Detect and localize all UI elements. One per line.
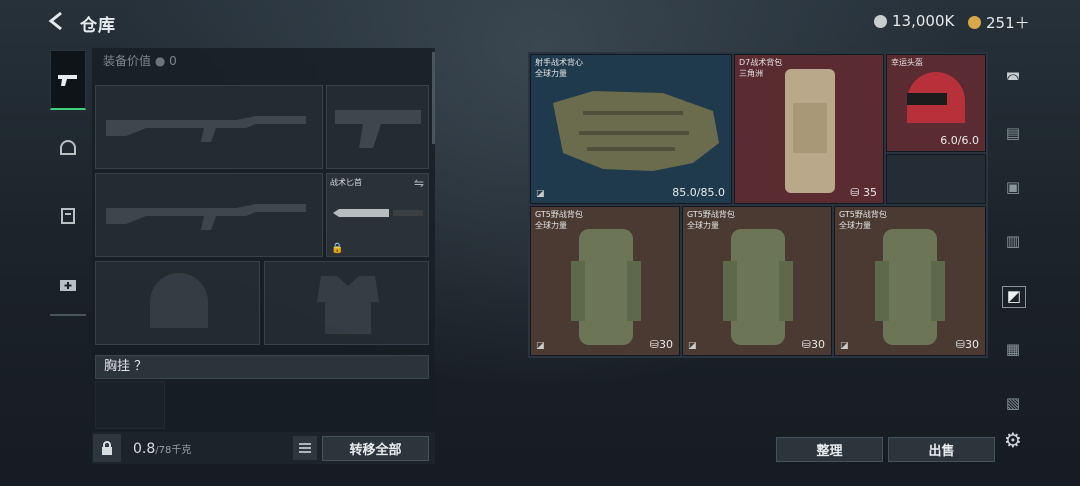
- helmet-icon: [60, 140, 76, 155]
- pistol-icon: [58, 74, 77, 86]
- chest-rig-slot[interactable]: [95, 381, 165, 429]
- item-sub-text: 全球力量: [839, 221, 871, 230]
- item-sub-text: 全球力量: [535, 221, 567, 230]
- tag-icon: ◪: [688, 341, 697, 351]
- transfer-all-button[interactable]: 转移全部: [322, 436, 429, 461]
- backpack-icon: [785, 69, 835, 193]
- tab-vest[interactable]: [50, 186, 86, 246]
- field-backpack-icon: [875, 229, 945, 345]
- item-capacity-value: 35: [863, 186, 877, 199]
- field-backpack-icon: [571, 229, 641, 345]
- item-capacity-value: 30: [659, 338, 673, 351]
- equipment-value-label: 装备价值: [103, 54, 152, 68]
- equipment-value: 装备价值 ● 0: [103, 52, 177, 69]
- gun-filter-icon[interactable]: ▥: [1002, 232, 1024, 252]
- item-name-text: 幸运头盔: [891, 58, 923, 67]
- swap-icon[interactable]: ⇋: [414, 176, 424, 190]
- item-capacity: ⛁ 35: [850, 186, 877, 199]
- knife-icon: [333, 208, 423, 218]
- helmet-ghost-icon: [150, 273, 208, 328]
- tag-icon: ◪: [536, 189, 545, 199]
- medkit-icon: [60, 280, 76, 291]
- chest-rig-label: 胸挂 ？: [104, 359, 148, 374]
- scrollbar[interactable]: [432, 52, 435, 144]
- item-durability: 6.0/6.0: [940, 134, 979, 147]
- item-name-text: GT5野战背包: [535, 210, 583, 219]
- chest-rig-header[interactable]: 胸挂 ？: [95, 355, 429, 379]
- box-filter-icon[interactable]: ◩: [1002, 286, 1026, 308]
- item-capacity-value: 30: [811, 338, 825, 351]
- red-helmet-icon: [907, 72, 965, 123]
- item-capacity: ⛁30: [801, 338, 825, 351]
- item-name: 幸运头盔: [891, 57, 923, 68]
- chip-filter-icon[interactable]: ▦: [1002, 340, 1024, 360]
- inventory-item-d7-backpack[interactable]: D7战术背包 三角洲 ⛁ 35: [734, 54, 884, 204]
- item-name: 射手战术背心 全球力量: [535, 57, 583, 79]
- rifle-filter-icon[interactable]: ▤: [1002, 124, 1024, 144]
- rifle-icon: [106, 204, 306, 230]
- item-name-text: GT5野战背包: [687, 210, 735, 219]
- inventory-item-gt5-backpack-1[interactable]: GT5野战背包 全球力量 ◪ ⛁30: [530, 206, 680, 356]
- weight-value: 0.8: [133, 441, 156, 457]
- pistol-ghost-icon: [335, 110, 421, 148]
- item-filter-icon[interactable]: ▧: [1002, 394, 1024, 414]
- silver-coin-icon: [874, 14, 887, 28]
- knife-label: 战术匕首: [330, 178, 362, 187]
- item-sub-text: 三角洲: [739, 69, 763, 78]
- inventory-grid: 射手战术背心 全球力量 ◪ 85.0/85.0 D7战术背包 三角洲 ⛁ 35 幸运…: [528, 52, 988, 358]
- equipment-value-amount: 0: [169, 54, 177, 68]
- helmet-slot[interactable]: [95, 261, 260, 345]
- list-icon: [299, 443, 311, 453]
- armor-slot[interactable]: [264, 261, 429, 345]
- silver-currency[interactable]: 13,000K: [874, 12, 954, 30]
- vest-icon: [61, 208, 75, 224]
- secondary-weapon-slot[interactable]: [95, 173, 323, 257]
- weight-readout: 0.8/78千克: [133, 441, 191, 457]
- tactical-vest-icon: [553, 91, 719, 171]
- item-capacity: ⛁30: [955, 338, 979, 351]
- silver-amount: 13,000K: [892, 12, 955, 30]
- knife-slot[interactable]: 战术匕首 ⇋ 🔒: [326, 173, 429, 257]
- inventory-item-helmet[interactable]: 幸运头盔 6.0/6.0: [886, 54, 986, 152]
- tag-icon: ◪: [536, 341, 545, 351]
- sell-button[interactable]: 出售: [888, 437, 995, 462]
- item-durability: 85.0/85.0: [672, 186, 725, 199]
- field-backpack-icon: [723, 229, 793, 345]
- item-capacity: ⛁30: [649, 338, 673, 351]
- item-capacity-value: 30: [965, 338, 979, 351]
- gold-coin-icon: [968, 16, 981, 29]
- inventory-empty-cell[interactable]: [886, 154, 986, 204]
- tab-weapons[interactable]: [50, 50, 86, 110]
- filter-column: ◚ ▤ ▣ ▥ ◩ ▦ ▧: [996, 52, 1034, 412]
- tag-icon: ◪: [840, 341, 849, 351]
- item-name-text: GT5野战背包: [839, 210, 887, 219]
- armor-ghost-icon: [317, 276, 379, 334]
- inventory-item-gt5-backpack-3[interactable]: GT5野战背包 全球力量 ◪ ⛁30: [834, 206, 986, 356]
- item-sub-text: 全球力量: [535, 69, 567, 78]
- page-title: 仓库: [80, 16, 116, 36]
- coin-icon: ●: [154, 54, 166, 68]
- gold-currency[interactable]: 251＋: [968, 12, 1030, 33]
- settings-icon[interactable]: ⚙: [1004, 428, 1022, 452]
- padlock-icon: [102, 441, 112, 455]
- inventory-item-gt5-backpack-2[interactable]: GT5野战背包 全球力量 ◪ ⛁30: [682, 206, 832, 356]
- gold-amount: 251＋: [986, 14, 1030, 32]
- vault-icon[interactable]: ◚: [1002, 70, 1024, 90]
- inventory-item-vest[interactable]: 射手战术背心 全球力量 ◪ 85.0/85.0: [530, 54, 732, 204]
- lock-button[interactable]: [93, 434, 121, 462]
- item-sub-text: 全球力量: [687, 221, 719, 230]
- lock-icon: 🔒: [331, 243, 344, 254]
- pistol-slot[interactable]: [326, 85, 429, 169]
- sort-button[interactable]: 整理: [776, 437, 883, 462]
- category-tabs: [46, 46, 90, 322]
- case-filter-icon[interactable]: ▣: [1002, 178, 1024, 198]
- rifle-icon: [106, 116, 306, 142]
- item-name-text: 射手战术背心: [535, 58, 583, 67]
- primary-weapon-slot[interactable]: [95, 85, 323, 169]
- tab-helmet[interactable]: [50, 118, 86, 178]
- tab-medical[interactable]: [50, 254, 86, 316]
- list-view-button[interactable]: [293, 436, 317, 460]
- back-arrow-icon[interactable]: [46, 10, 68, 32]
- weight-capacity: /78千克: [155, 445, 192, 456]
